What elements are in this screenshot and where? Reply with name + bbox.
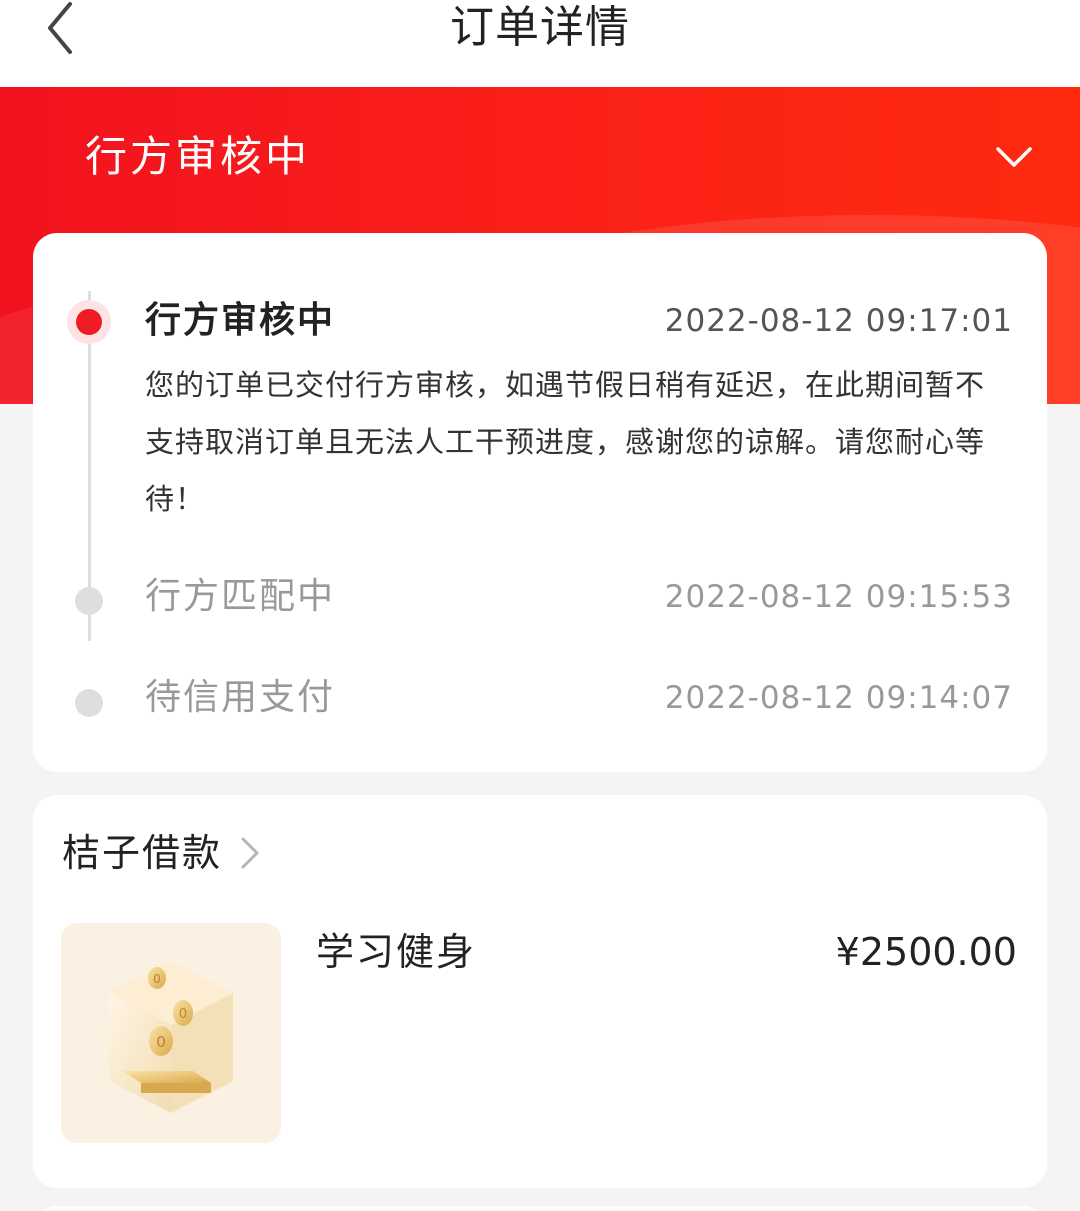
timeline-step-title: 行方审核中 (145, 300, 336, 341)
product-thumbnail[interactable]: 0 0 0 (61, 923, 281, 1143)
status-title: 行方审核中 (85, 132, 311, 181)
chevron-down-icon (996, 147, 1032, 167)
timeline-step-title: 行方匹配中 (145, 576, 336, 617)
shop-link[interactable]: 桔子借款 (62, 825, 268, 881)
timeline-step-time: 2022-08-12 09:15:53 (664, 579, 1013, 615)
product-price: ¥2500.00 (835, 930, 1017, 974)
coin-box-icon: 0 0 0 (109, 961, 233, 1113)
timeline-step-description: 您的订单已交付行方审核，如遇节假日稍有延迟，在此期间暂不支持取消订单且无法人工干… (145, 368, 986, 516)
next-section-card (33, 1206, 1047, 1211)
timeline-step-title: 待信用支付 (145, 677, 336, 718)
expand-toggle-button[interactable] (990, 137, 1038, 177)
product-name: 学习健身 (316, 930, 477, 974)
timeline-dot (75, 587, 103, 615)
svg-text:0: 0 (179, 1007, 187, 1022)
timeline-step-time: 2022-08-12 09:17:01 (664, 303, 1013, 339)
timeline-dot-active (67, 300, 111, 344)
order-detail-page: 订单详情 行方审核中 行方审核中 2022-08-12 09:17:01 您的订… (0, 0, 1080, 1211)
page-title: 订单详情 (450, 2, 630, 53)
status-timeline-card: 行方审核中 2022-08-12 09:17:01 您的订单已交付行方审核，如遇… (33, 233, 1047, 772)
top-nav-bar: 订单详情 (0, 0, 1080, 87)
svg-text:0: 0 (153, 972, 161, 986)
timeline-dot (75, 689, 103, 717)
svg-text:0: 0 (156, 1033, 166, 1051)
shop-name: 桔子借款 (62, 831, 223, 875)
chevron-right-icon (238, 833, 268, 873)
timeline-step-time: 2022-08-12 09:14:07 (664, 680, 1013, 716)
product-card: 桔子借款 0 0 0 学习健身 ¥2500.00 (33, 795, 1047, 1188)
